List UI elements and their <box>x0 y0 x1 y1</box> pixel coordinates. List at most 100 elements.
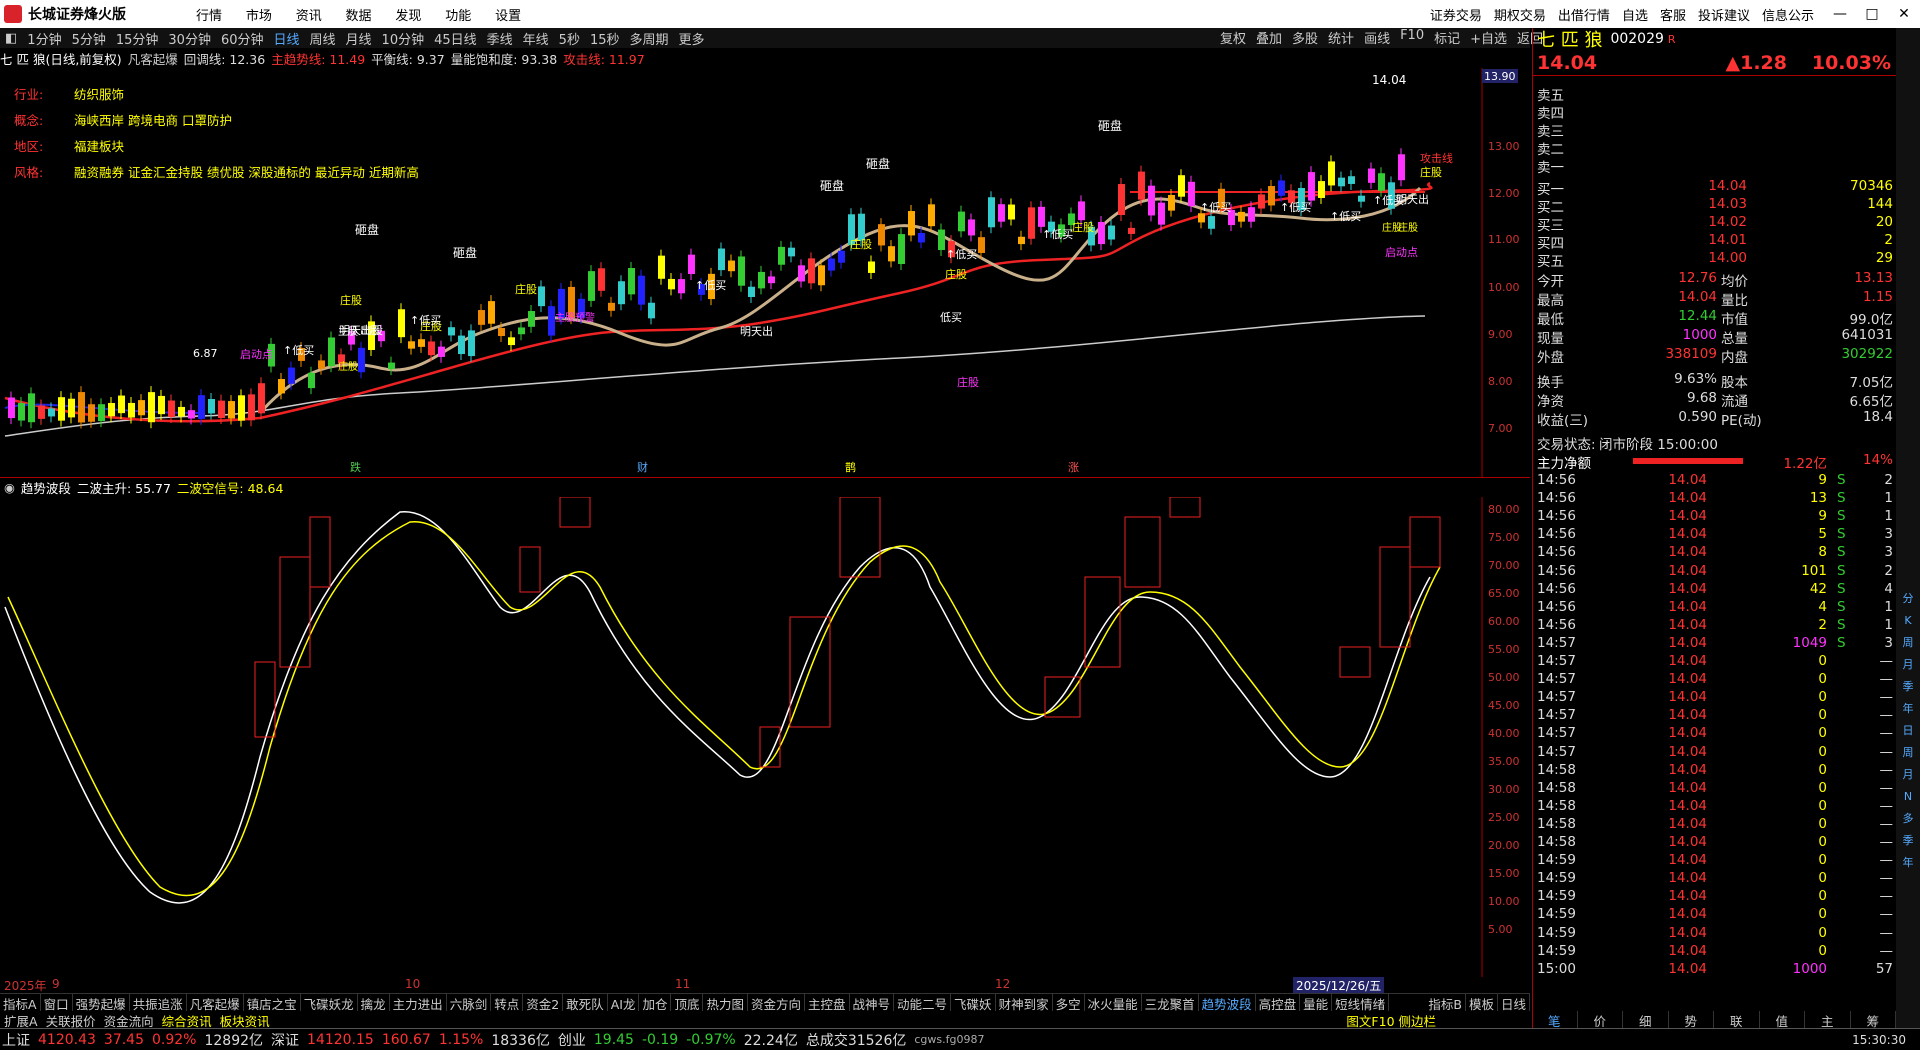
indicator-tab[interactable]: 凡客起爆 <box>187 994 244 1011</box>
tab-related[interactable]: 关联报价 <box>42 1011 100 1029</box>
menu-market[interactable]: 市场 <box>246 9 272 24</box>
main-kline-chart[interactable]: 行业: 纺织服饰 概念: 海峡西岸 跨境电商 口罩防护 地区: 福建板块 风格: 融资融… <box>0 68 1530 478</box>
indicator-tab[interactable]: 飞碟妖 <box>951 994 996 1011</box>
period-15m[interactable]: 15分钟 <box>116 29 159 48</box>
tool-mark[interactable]: 标记 <box>1434 28 1460 47</box>
indicator-tab-right[interactable]: 指标B <box>1425 994 1466 1011</box>
sz-name[interactable]: 深证 <box>271 1030 299 1050</box>
side-tab[interactable]: 年 <box>1896 852 1920 874</box>
menu-quotes[interactable]: 行情 <box>196 9 222 24</box>
indicator-tab[interactable]: 三龙聚首 <box>1142 994 1199 1011</box>
tab-detail[interactable]: 细 <box>1623 1011 1669 1029</box>
period-daily[interactable]: 日线 <box>274 29 300 48</box>
indicator-tab[interactable]: 窗口 <box>41 994 73 1011</box>
tool-draw[interactable]: 画线 <box>1364 28 1390 47</box>
period-multi[interactable]: 多周期 <box>630 29 669 48</box>
tool-overlay[interactable]: 叠加 <box>1256 28 1282 47</box>
indicator-tab[interactable]: 加仓 <box>639 994 672 1011</box>
indicator-name[interactable]: 凡客起爆 <box>128 49 178 68</box>
indicator-tab[interactable]: 顶底 <box>671 994 704 1011</box>
side-tab[interactable]: K <box>1896 610 1920 632</box>
link-trade[interactable]: 证券交易 <box>1430 5 1482 24</box>
indicator-tab[interactable]: 财神到家 <box>996 994 1053 1011</box>
indicator-tab[interactable]: 资金2 <box>523 994 564 1011</box>
menu-settings[interactable]: 设置 <box>495 9 521 24</box>
sub-indicator-icon[interactable]: ◉ <box>4 480 15 495</box>
menu-functions[interactable]: 功能 <box>445 9 471 24</box>
tab-flow[interactable]: 资金流向 <box>100 1011 158 1029</box>
side-tab[interactable]: 季 <box>1896 830 1920 852</box>
tab-trades[interactable]: 笔 <box>1532 1011 1578 1029</box>
link-service[interactable]: 客服 <box>1660 5 1686 24</box>
indicator-tab[interactable]: 镇店之宝 <box>244 994 301 1011</box>
link-disclosure[interactable]: 信息公示 <box>1762 5 1814 24</box>
tab-main[interactable]: 主 <box>1805 1011 1851 1029</box>
indicator-tab[interactable]: 擒龙 <box>358 994 390 1011</box>
minimize-icon[interactable]: — <box>1824 0 1856 28</box>
period-year[interactable]: 年线 <box>523 29 549 48</box>
period-15s[interactable]: 15秒 <box>590 29 620 48</box>
event-mark[interactable]: 鹊 <box>845 460 856 474</box>
period-5s[interactable]: 5秒 <box>559 29 580 48</box>
indicator-tab[interactable]: 动能二号 <box>894 994 952 1011</box>
indicator-tab[interactable]: 战神号 <box>850 994 895 1011</box>
side-tab[interactable]: 季 <box>1896 676 1920 698</box>
side-tab[interactable]: 月 <box>1896 654 1920 676</box>
tab-news[interactable]: 综合资讯 <box>158 1011 216 1029</box>
period-45d[interactable]: 45日线 <box>434 29 477 48</box>
period-60m[interactable]: 60分钟 <box>221 29 264 48</box>
menu-data[interactable]: 数据 <box>346 9 372 24</box>
link-watchlist[interactable]: 自选 <box>1622 5 1648 24</box>
period-10m[interactable]: 10分钟 <box>382 29 425 48</box>
close-icon[interactable]: ✕ <box>1888 0 1920 28</box>
indicator-tab[interactable]: 多空 <box>1053 994 1085 1011</box>
maximize-icon[interactable]: □ <box>1856 0 1888 28</box>
indicator-tab[interactable]: 主力进出 <box>390 994 447 1011</box>
period-5m[interactable]: 5分钟 <box>72 29 106 48</box>
indicator-tab-right[interactable]: 日线 <box>1498 994 1530 1011</box>
indicator-tab[interactable]: 趋势波段 <box>1199 994 1256 1011</box>
period-monthly[interactable]: 月线 <box>346 29 372 48</box>
tab-trend[interactable]: 势 <box>1669 1011 1714 1029</box>
indicator-tab[interactable]: 主控盘 <box>805 994 850 1011</box>
tool-stats[interactable]: 统计 <box>1328 28 1354 47</box>
link-lend[interactable]: 出借行情 <box>1558 5 1610 24</box>
tool-add-watch[interactable]: +自选 <box>1470 28 1507 47</box>
side-tab[interactable]: 周 <box>1896 632 1920 654</box>
indicator-tab[interactable]: AI龙 <box>608 994 640 1011</box>
side-tab[interactable]: 周 <box>1896 742 1920 764</box>
indicator-tab[interactable]: 飞碟妖龙 <box>301 994 358 1011</box>
sub-indicator-chart[interactable]: 80.00 75.00 70.00 65.00 60.00 55.00 50.0… <box>0 497 1530 977</box>
indicator-tab[interactable]: 资金方向 <box>748 994 805 1011</box>
indicator-tab[interactable]: 指标A <box>0 994 41 1011</box>
side-tab[interactable]: 年 <box>1896 698 1920 720</box>
tool-multi-stock[interactable]: 多股 <box>1292 28 1318 47</box>
indicator-tab[interactable]: 量能 <box>1300 994 1333 1011</box>
panel-toggle-icon[interactable]: ◧ <box>5 31 17 46</box>
link-options[interactable]: 期权交易 <box>1494 5 1546 24</box>
side-tab[interactable]: N <box>1896 786 1920 808</box>
indicator-tab[interactable]: 六脉剑 <box>447 994 492 1011</box>
tab-link[interactable]: 联 <box>1714 1011 1760 1029</box>
indicator-tab[interactable]: 高控盘 <box>1256 994 1301 1011</box>
side-tab[interactable]: 日 <box>1896 720 1920 742</box>
sh-name[interactable]: 上证 <box>2 1030 30 1050</box>
side-tab[interactable]: 分 <box>1896 588 1920 610</box>
period-1m[interactable]: 1分钟 <box>27 29 61 48</box>
indicator-tab[interactable]: 热力图 <box>703 994 748 1011</box>
event-mark[interactable]: 涨 <box>1068 461 1079 474</box>
indicator-tab[interactable]: 共振追涨 <box>130 994 187 1011</box>
tab-price[interactable]: 价 <box>1578 1011 1623 1029</box>
tab-chips[interactable]: 筹 <box>1851 1011 1896 1029</box>
side-tab[interactable]: 月 <box>1896 764 1920 786</box>
sub-indicator-name[interactable]: 趋势波段 <box>21 478 71 497</box>
menu-discover[interactable]: 发现 <box>395 9 421 24</box>
period-more[interactable]: 更多 <box>679 29 705 48</box>
tool-f10[interactable]: F10 <box>1400 28 1424 47</box>
tab-extend-a[interactable]: 扩展A <box>0 1011 42 1029</box>
menu-news[interactable]: 资讯 <box>296 9 322 24</box>
link-complaint[interactable]: 投诉建议 <box>1698 5 1750 24</box>
indicator-tab[interactable]: 敢死队 <box>563 994 608 1011</box>
period-30m[interactable]: 30分钟 <box>168 29 211 48</box>
indicator-tab[interactable]: 强势起爆 <box>73 994 130 1011</box>
